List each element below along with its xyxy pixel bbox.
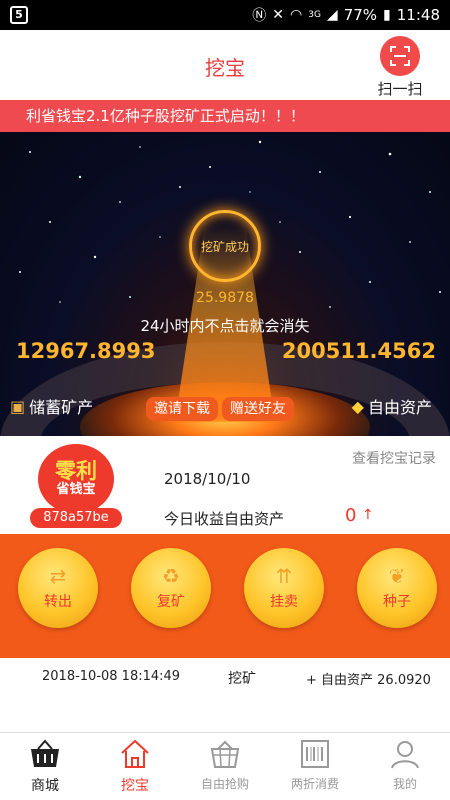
free-assets-value: 200511.4562 xyxy=(281,339,436,363)
scan-button[interactable] xyxy=(380,36,420,76)
announcement-marquee[interactable]: 利省钱宝2.1亿种子股挖矿正式启动！！！ xyxy=(0,100,450,132)
tab-mall[interactable]: 商城 xyxy=(0,733,90,800)
status-icons: Ⓝ ✕ ◠ 3G ◢ 77% ▮ 11:48 xyxy=(252,5,440,25)
basket-icon xyxy=(31,739,59,767)
tab-label: 两折消费 xyxy=(290,777,339,791)
earnings-info: 零利 省钱宝 878a57be 2018/10/10 今日收益自由资产 查看挖宝… xyxy=(0,436,450,534)
action-band: ⇄ 转出 ♻ 复矿 ⇈ 挂卖 ❦ 种子 xyxy=(0,534,450,658)
battery-percent: 77% xyxy=(343,6,378,24)
remine-icon: ♻ xyxy=(162,564,180,588)
mine-status-text: 挖矿成功 xyxy=(200,239,249,254)
mute-icon: ✕ xyxy=(272,7,284,23)
today-earnings-label: 今日收益自由资产 xyxy=(164,510,285,528)
tab-label: 自由抢购 xyxy=(200,777,249,791)
action-label: 挂卖 xyxy=(270,594,298,610)
network-label: 3G xyxy=(308,10,321,20)
tab-mine[interactable]: 我的 xyxy=(360,733,450,800)
free-assets-link[interactable]: ◆ 自由资产 xyxy=(352,394,432,418)
tab-label: 商城 xyxy=(31,778,59,794)
earnings-date: 2018/10/10 xyxy=(164,470,251,488)
tab-label: 我的 xyxy=(392,777,417,791)
invite-download-button[interactable]: 邀请下载 xyxy=(146,397,218,421)
clock: 11:48 xyxy=(396,6,440,24)
logo-line-2: 省钱宝 xyxy=(56,482,96,497)
sell-button[interactable]: ⇈ 挂卖 xyxy=(244,548,324,628)
mining-record-row[interactable]: 2018-10-08 18:14:49 挖矿 + 自由资产 26.0920 xyxy=(0,658,450,732)
transfer-icon: ⇄ xyxy=(49,564,67,588)
mined-amount: 25.9878 xyxy=(196,290,254,306)
stored-assets-value: 12967.8993 xyxy=(16,339,156,363)
brand-logo: 零利 省钱宝 xyxy=(38,444,114,514)
app-root: 5 Ⓝ ✕ ◠ 3G ◢ 77% ▮ 11:48 挖宝 扫一扫 利省钱宝2.1亿… xyxy=(0,0,450,800)
stored-assets-label: 储蓄矿产 xyxy=(29,398,94,417)
scan-label[interactable]: 扫一扫 xyxy=(370,78,430,99)
header: 挖宝 扫一扫 xyxy=(0,30,450,100)
treasure-chest-icon: ▣ xyxy=(10,396,26,416)
diamond-icon: ◆ xyxy=(351,396,364,416)
home-icon xyxy=(121,739,149,768)
gift-friend-button[interactable]: 赠送好友 xyxy=(222,397,294,421)
status-bar: 5 Ⓝ ✕ ◠ 3G ◢ 77% ▮ 11:48 xyxy=(0,0,450,30)
nfc-icon: Ⓝ xyxy=(252,8,267,24)
barcode-icon xyxy=(301,740,329,768)
wifi-icon: ◠ xyxy=(290,7,303,23)
record-amount: + 自由资产 26.0920 xyxy=(306,673,431,688)
user-icon xyxy=(391,741,419,769)
tab-label: 挖宝 xyxy=(121,778,149,794)
free-assets-label: 自由资产 xyxy=(367,398,432,417)
stored-assets-link[interactable]: ▣ 储蓄矿产 xyxy=(10,394,93,418)
action-label: 种子 xyxy=(383,594,411,610)
tab-dig-treasure[interactable]: 挖宝 xyxy=(90,733,180,800)
action-label: 复矿 xyxy=(157,594,185,610)
sell-icon: ⇈ xyxy=(275,564,293,588)
battery-icon: ▮ xyxy=(383,7,391,23)
record-type: 挖矿 xyxy=(228,671,256,687)
seed-icon: ❦ xyxy=(388,564,406,588)
view-records-link[interactable]: 查看挖宝记录 xyxy=(352,448,436,468)
cart-icon xyxy=(210,740,240,768)
tab-free-purchase[interactable]: 自由抢购 xyxy=(180,733,270,800)
mine-success-badge[interactable]: 挖矿成功 xyxy=(189,210,261,282)
expiry-notice: 24小时内不点击就会消失 xyxy=(140,317,310,335)
up-arrow-icon: ↑ xyxy=(362,507,374,523)
remine-button[interactable]: ♻ 复矿 xyxy=(131,548,211,628)
user-id-badge: 878a57be xyxy=(30,508,122,528)
record-time: 2018-10-08 18:14:49 xyxy=(42,669,181,684)
app-badge-icon: 5 xyxy=(10,6,28,24)
seed-button[interactable]: ❦ 种子 xyxy=(357,548,437,628)
scan-icon xyxy=(390,46,410,66)
logo-line-1: 零利 xyxy=(55,459,97,483)
bottom-tab-bar: 商城 挖宝 自由抢购 两折消费 我的 xyxy=(0,732,450,800)
today-earnings-value: 0 xyxy=(345,505,357,526)
signal-icon: ◢ xyxy=(326,7,338,23)
action-label: 转出 xyxy=(44,594,72,610)
mining-hero: 挖矿成功 25.9878 24小时内不点击就会消失 12967.8993 200… xyxy=(0,132,450,436)
tab-discount-consume[interactable]: 两折消费 xyxy=(270,733,360,800)
transfer-out-button[interactable]: ⇄ 转出 xyxy=(18,548,98,628)
